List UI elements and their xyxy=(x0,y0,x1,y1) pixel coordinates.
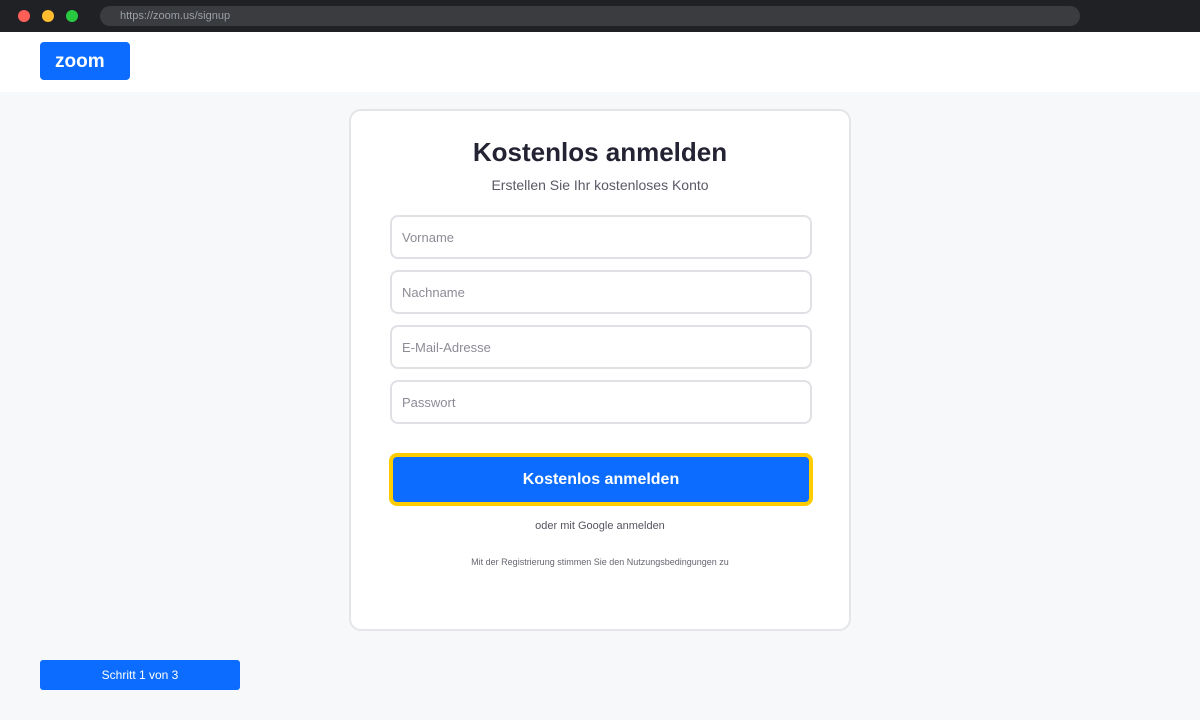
last-name-input[interactable] xyxy=(390,270,812,314)
signup-card: Kostenlos anmelden Erstellen Sie Ihr kos… xyxy=(349,109,851,631)
site-header: zoom xyxy=(0,32,1200,92)
page-subtitle: Erstellen Sie Ihr kostenloses Konto xyxy=(491,177,709,193)
address-bar[interactable]: https://zoom.us/signup xyxy=(100,6,1080,26)
step-indicator: Schritt 1 von 3 xyxy=(40,660,240,690)
page-title: Kostenlos anmelden xyxy=(472,137,728,167)
terms-notice: Mit der Registrierung stimmen Sie den Nu… xyxy=(471,557,729,567)
signup-submit-button[interactable]: Kostenlos anmelden xyxy=(389,453,813,506)
first-name-input[interactable] xyxy=(390,215,812,259)
browser-chrome: https://zoom.us/signup xyxy=(0,0,1200,32)
google-signin-link[interactable]: oder mit Google anmelden xyxy=(351,520,849,532)
zoom-logo[interactable]: zoom xyxy=(40,42,130,80)
close-window-icon[interactable] xyxy=(18,10,30,22)
email-input[interactable] xyxy=(390,325,812,369)
minimize-window-icon[interactable] xyxy=(42,10,54,22)
maximize-window-icon[interactable] xyxy=(66,10,78,22)
password-input[interactable] xyxy=(390,380,812,424)
